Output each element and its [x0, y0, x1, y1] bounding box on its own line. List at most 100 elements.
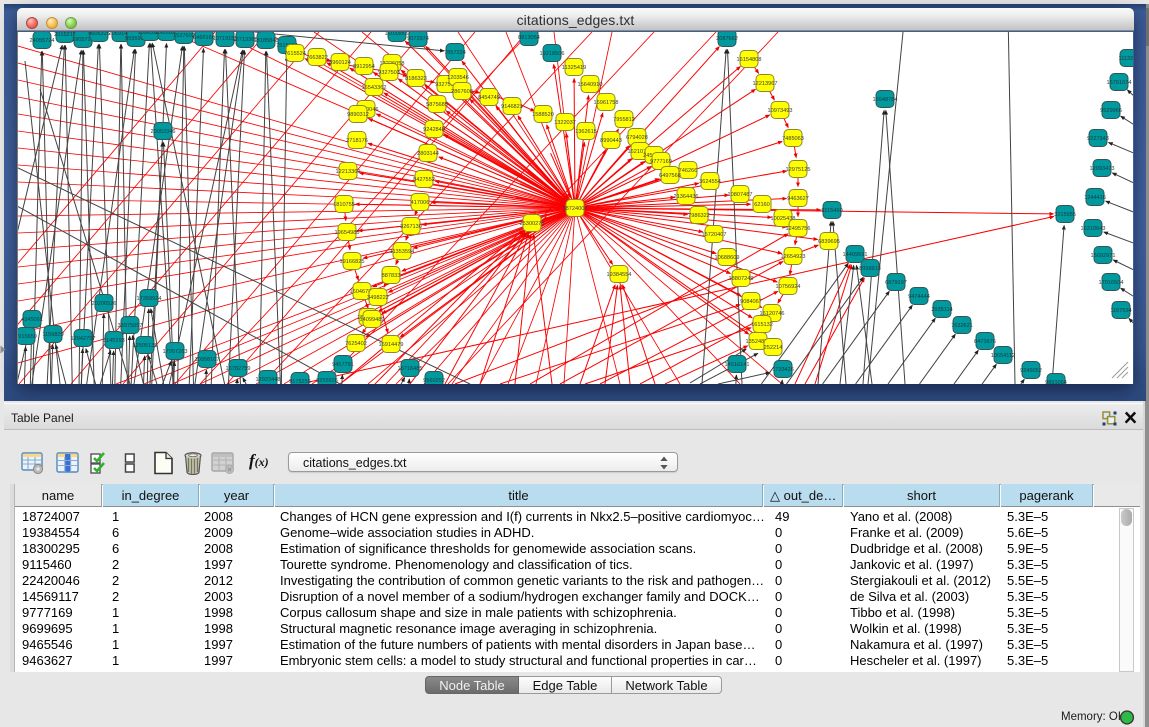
svg-text:12213369: 12213369 — [336, 169, 361, 175]
svg-text:12093473: 12093473 — [1090, 166, 1115, 172]
svg-text:1167534: 1167534 — [1110, 308, 1131, 314]
svg-text:1615132: 1615132 — [751, 322, 773, 328]
svg-text:12495756: 12495756 — [786, 226, 811, 232]
svg-text:10973493: 10973493 — [768, 108, 793, 114]
svg-text:3498222: 3498222 — [367, 295, 389, 301]
svg-text:12654923: 12654923 — [781, 254, 806, 260]
svg-text:19384554: 19384554 — [607, 272, 632, 278]
svg-text:14409591: 14409591 — [843, 252, 868, 258]
svg-text:746266: 746266 — [679, 168, 698, 174]
svg-text:1733426: 1733426 — [772, 367, 794, 373]
svg-text:19166825: 19166825 — [340, 259, 365, 265]
svg-text:16914479: 16914479 — [379, 342, 404, 348]
svg-text:11325419: 11325419 — [562, 65, 586, 71]
svg-text:1156829: 1156829 — [42, 332, 63, 338]
svg-text:9327503: 9327503 — [378, 70, 400, 76]
svg-text:16154808: 16154808 — [737, 57, 762, 63]
svg-text:417006: 417006 — [411, 200, 430, 206]
svg-text:8186323: 8186323 — [405, 76, 427, 82]
svg-text:20206526: 20206526 — [92, 301, 117, 307]
svg-text:6879197: 6879197 — [885, 280, 907, 286]
svg-text:15640910: 15640910 — [578, 82, 603, 88]
svg-text:8427552: 8427552 — [413, 177, 435, 183]
svg-text:19654985: 19654985 — [335, 230, 360, 236]
svg-text:9072974: 9072974 — [407, 36, 429, 42]
svg-text:15751074: 15751074 — [1107, 80, 1132, 86]
svg-text:10654112: 10654112 — [991, 353, 1015, 359]
svg-text:6497568: 6497568 — [659, 173, 681, 179]
svg-text:887833: 887833 — [382, 273, 401, 279]
svg-text:1113254: 1113254 — [1119, 56, 1133, 62]
svg-text:7485063: 7485063 — [782, 136, 804, 142]
svg-text:16648784: 16648784 — [873, 97, 898, 103]
svg-text:14516141: 14516141 — [725, 362, 750, 368]
svg-text:16210643: 16210643 — [1081, 226, 1106, 232]
svg-text:21364436: 21364436 — [674, 194, 699, 200]
svg-text:8454749: 8454749 — [478, 95, 500, 101]
svg-text:8912954: 8912954 — [353, 64, 375, 70]
svg-text:17359924: 17359924 — [137, 296, 162, 302]
svg-text:8960124: 8960124 — [329, 60, 351, 66]
svg-text:7857224: 7857224 — [444, 50, 466, 56]
svg-text:9463627: 9463627 — [787, 196, 809, 202]
svg-text:10807487: 10807487 — [728, 192, 753, 198]
svg-text:7663822: 7663822 — [306, 55, 328, 61]
svg-text:1145193: 1145193 — [103, 338, 124, 344]
svg-text:9777169: 9777169 — [650, 159, 672, 165]
svg-text:9560252: 9560252 — [423, 378, 445, 384]
svg-text:3624554: 3624554 — [699, 179, 721, 185]
svg-text:9606325: 9606325 — [88, 32, 110, 37]
svg-text:16782759: 16782759 — [226, 366, 251, 372]
svg-text:9529966: 9529966 — [1100, 108, 1122, 114]
svg-text:12213967: 12213967 — [753, 81, 778, 87]
svg-text:19218506: 19218506 — [540, 51, 565, 57]
svg-text:1810755: 1810755 — [333, 202, 355, 208]
svg-text:8255926: 8255926 — [316, 378, 338, 384]
svg-text:2718176: 2718176 — [346, 138, 368, 144]
svg-text:8938913: 8938913 — [859, 266, 881, 272]
svg-text:252214: 252214 — [764, 345, 783, 351]
svg-text:24055724: 24055724 — [30, 38, 55, 44]
svg-text:6839695: 6839695 — [818, 239, 840, 245]
svg-text:15720407: 15720407 — [702, 232, 727, 238]
svg-text:8813054: 8813054 — [518, 35, 540, 41]
svg-text:10958107: 10958107 — [195, 357, 220, 363]
svg-text:17957263: 17957263 — [163, 349, 188, 355]
svg-text:15692971: 15692971 — [1091, 253, 1116, 259]
svg-text:18724007: 18724007 — [563, 206, 588, 212]
svg-text:9891064: 9891064 — [1045, 380, 1067, 384]
svg-text:2087662: 2087662 — [716, 36, 738, 42]
svg-text:12975125: 12975125 — [786, 167, 811, 173]
svg-text:1203546: 1203546 — [447, 75, 469, 81]
svg-text:33975857: 33975857 — [118, 323, 143, 329]
svg-text:2935114: 2935114 — [931, 307, 952, 313]
svg-text:12505135: 12505135 — [133, 343, 158, 349]
svg-text:3267130: 3267130 — [400, 224, 422, 230]
svg-text:3915659: 3915659 — [18, 334, 37, 340]
svg-text:9175255: 9175255 — [289, 379, 311, 384]
svg-text:9084067: 9084067 — [740, 299, 762, 305]
svg-text:1244416: 1244416 — [1084, 195, 1106, 201]
svg-text:4345061: 4345061 — [21, 317, 43, 323]
svg-text:62160: 62160 — [754, 202, 770, 208]
svg-text:9474444: 9474444 — [908, 294, 930, 300]
svg-text:1362615: 1362615 — [575, 129, 597, 135]
svg-text:8471676: 8471676 — [974, 339, 996, 345]
svg-text:16543362: 16543362 — [362, 85, 387, 91]
svg-text:9457791: 9457791 — [332, 362, 354, 368]
svg-text:14099489: 14099489 — [360, 317, 385, 323]
svg-text:10688609: 10688609 — [715, 255, 740, 261]
svg-text:5875685: 5875685 — [426, 102, 448, 108]
svg-text:2867608: 2867608 — [451, 89, 473, 95]
svg-text:1527602: 1527602 — [173, 33, 195, 39]
svg-text:25300275: 25300275 — [520, 221, 545, 227]
svg-text:7615524: 7615524 — [284, 51, 306, 57]
svg-text:6794028: 6794028 — [626, 135, 648, 141]
svg-text:1588520: 1588520 — [532, 112, 554, 118]
svg-text:1322037: 1322037 — [554, 120, 576, 126]
svg-text:7986322: 7986322 — [688, 213, 710, 219]
svg-text:20053346: 20053346 — [151, 129, 176, 135]
svg-text:7625402: 7625402 — [345, 341, 367, 347]
svg-text:11353594: 11353594 — [390, 249, 414, 255]
svg-text:18185848: 18185848 — [254, 38, 279, 44]
